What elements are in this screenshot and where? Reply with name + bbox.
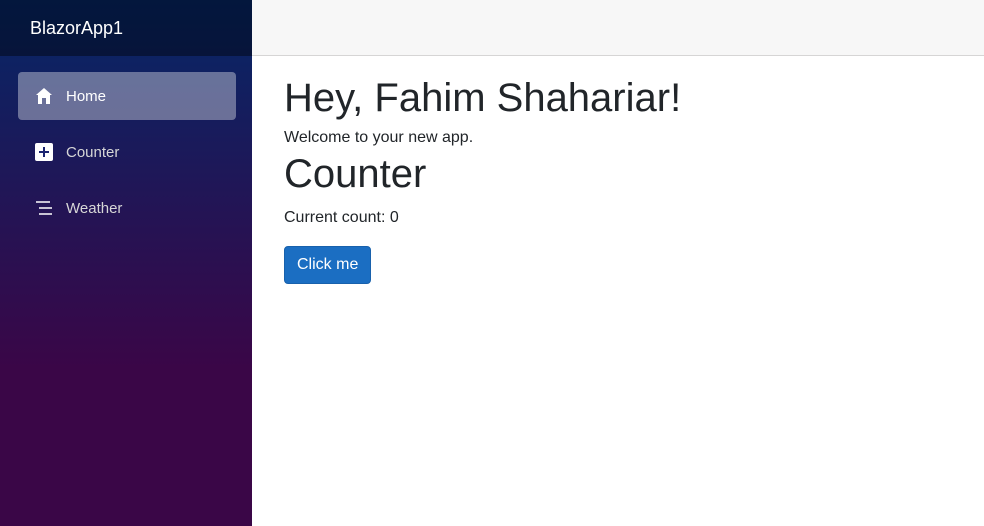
welcome-text: Welcome to your new app.: [284, 129, 474, 146]
sidebar-header: BlazorApp1: [0, 0, 252, 56]
app-window: BlazorApp1 Home Counter Weather Hey, Fah…: [0, 0, 984, 526]
nav-item-label: Weather: [66, 199, 123, 217]
click-me-button[interactable]: Click me: [284, 246, 372, 284]
brand-link[interactable]: BlazorApp1: [30, 18, 123, 39]
counter-title: Counter: [284, 152, 427, 196]
page-content: Hey, Fahim Shahariar! Welcome to your ne…: [252, 56, 984, 284]
sidebar: BlazorApp1 Home Counter Weather: [0, 0, 252, 526]
list-icon: [34, 198, 54, 218]
nav-item-label: Counter: [66, 143, 120, 161]
plus-square-icon: [34, 142, 54, 162]
nav-item-home[interactable]: Home: [18, 72, 236, 120]
nav-item-weather[interactable]: Weather: [18, 184, 236, 232]
nav-item-label: Home: [66, 87, 107, 105]
current-count: Current count: 0: [284, 209, 399, 226]
page-title: Hey, Fahim Shahariar!: [284, 76, 682, 120]
home-icon: [34, 86, 54, 106]
nav-item-counter[interactable]: Counter: [18, 128, 236, 176]
main-area: Hey, Fahim Shahariar! Welcome to your ne…: [252, 0, 984, 526]
top-bar: [252, 0, 984, 56]
nav-menu: Home Counter Weather: [0, 56, 252, 232]
